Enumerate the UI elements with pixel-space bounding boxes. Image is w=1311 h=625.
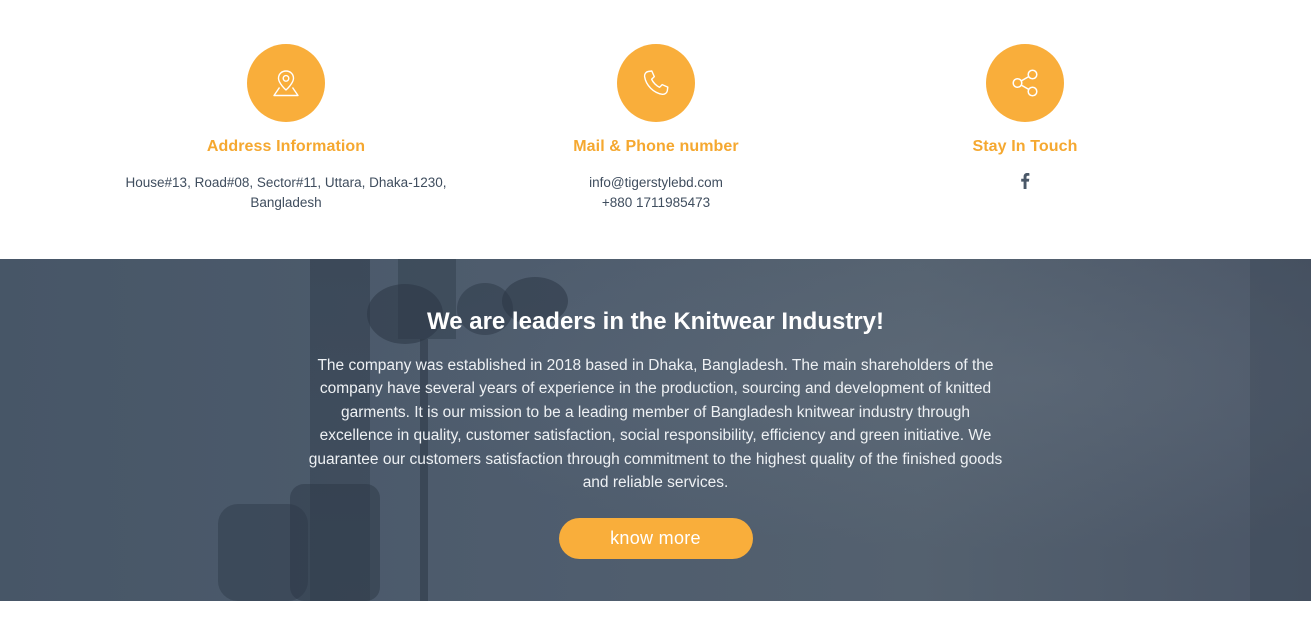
email-link[interactable]: info@tigerstylebd.com — [456, 173, 856, 193]
facebook-link[interactable] — [1020, 172, 1030, 189]
mail-phone-column: Mail & Phone number info@tigerstylebd.co… — [456, 0, 856, 213]
address-title: Address Information — [206, 138, 366, 155]
mail-phone-title: Mail & Phone number — [573, 138, 739, 155]
about-hero-section: We are leaders in the Knitwear Industry!… — [0, 259, 1311, 601]
mail-phone-text: info@tigerstylebd.com +880 1711985473 — [456, 173, 856, 213]
know-more-button[interactable]: know more — [558, 518, 753, 560]
map-pin-icon — [273, 70, 299, 97]
share-icon-circle — [986, 44, 1064, 122]
share-icon — [1012, 69, 1038, 97]
address-line-2: Bangladesh — [250, 195, 322, 210]
address-line-1: House#13, Road#08, Sector#11, Uttara, Dh… — [125, 175, 447, 190]
stay-in-touch-title: Stay In Touch — [972, 138, 1078, 155]
hero-title: We are leaders in the Knitwear Industry! — [426, 308, 885, 335]
address-column: Address Information House#13, Road#08, S… — [86, 0, 486, 213]
facebook-icon — [1021, 173, 1030, 189]
phone-icon — [643, 70, 669, 96]
hero-content: We are leaders in the Knitwear Industry!… — [0, 259, 1311, 560]
bottom-spacer — [0, 601, 1311, 625]
phone-number[interactable]: +880 1711985473 — [456, 193, 856, 213]
stay-in-touch-column: Stay In Touch — [825, 0, 1225, 194]
address-text: House#13, Road#08, Sector#11, Uttara, Dh… — [86, 173, 486, 213]
phone-icon-circle — [617, 44, 695, 122]
hero-description: The company was established in 2018 base… — [308, 357, 1003, 492]
contact-info-section: Address Information House#13, Road#08, S… — [0, 0, 1311, 259]
address-icon-circle — [247, 44, 325, 122]
